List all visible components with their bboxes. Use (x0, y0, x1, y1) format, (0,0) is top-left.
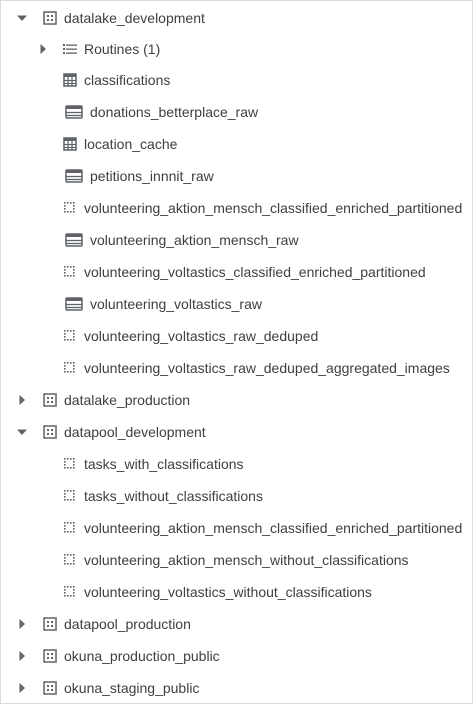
tree-node-label: Routines (1) (84, 41, 161, 57)
view-icon (62, 200, 78, 216)
tree-node-vv-classified-enriched-partitioned[interactable]: volunteering_voltastics_classified_enric… (1, 256, 472, 288)
external-table-icon (64, 168, 84, 184)
tree-node-label: volunteering_voltastics_raw_deduped_aggr… (84, 360, 450, 376)
tree-node-label: volunteering_voltastics_raw (90, 296, 262, 312)
tree-node-vv-without-classifications[interactable]: volunteering_voltastics_without_classifi… (1, 576, 472, 608)
tree-node-label: location_cache (84, 136, 178, 152)
tree-node-donations-betterplace-raw[interactable]: donations_betterplace_raw (1, 96, 472, 128)
tree-node-datapool-development[interactable]: datapool_development (1, 416, 472, 448)
tree-node-label: volunteering_voltastics_without_classifi… (84, 584, 372, 600)
tree-node-okuna-production-public[interactable]: okuna_production_public (1, 640, 472, 672)
dataset-icon (42, 648, 58, 664)
view-icon (62, 584, 78, 600)
dataset-icon (42, 10, 58, 26)
view-icon (62, 264, 78, 280)
tree-node-label: donations_betterplace_raw (90, 104, 259, 120)
tree-node-label: tasks_without_classifications (84, 488, 263, 504)
dataset-explorer-tree: datalake_development Routines (1) classi… (0, 0, 473, 704)
tree-node-label: volunteering_voltastics_raw_deduped (84, 328, 319, 344)
view-icon (62, 520, 78, 536)
tree-node-routines[interactable]: Routines (1) (1, 33, 472, 65)
external-table-icon (64, 296, 84, 312)
caret-right-icon[interactable] (10, 672, 34, 703)
tree-node-label: okuna_staging_public (64, 680, 200, 696)
tree-node-classifications[interactable]: classifications (1, 64, 472, 96)
dataset-icon (42, 424, 58, 440)
table-icon (62, 136, 78, 152)
tree-node-vam-classified-enriched-partitioned[interactable]: volunteering_aktion_mensch_classified_en… (1, 192, 472, 224)
tree-node-tasks-with-classifications[interactable]: tasks_with_classifications (1, 448, 472, 480)
tree-node-label: volunteering_aktion_mensch_raw (90, 232, 299, 248)
tree-node-okuna-staging-public[interactable]: okuna_staging_public (1, 672, 472, 703)
tree-node-datalake-development[interactable]: datalake_development (1, 2, 472, 34)
tree-node-label: datalake_development (64, 10, 205, 26)
tree-node-label: datapool_development (64, 424, 206, 440)
caret-right-icon[interactable] (31, 33, 55, 65)
table-icon (62, 72, 78, 88)
tree-node-tasks-without-classifications[interactable]: tasks_without_classifications (1, 480, 472, 512)
caret-right-icon[interactable] (10, 384, 34, 416)
tree-node-label: datalake_production (64, 392, 191, 408)
dataset-icon (42, 392, 58, 408)
tree-node-vam-without-classifications[interactable]: volunteering_aktion_mensch_without_class… (1, 544, 472, 576)
tree-node-label: classifications (84, 72, 171, 88)
caret-right-icon[interactable] (10, 640, 34, 672)
tree-node-label: volunteering_aktion_mensch_classified_en… (84, 200, 463, 216)
view-icon (62, 360, 78, 376)
tree-node-petitions-innnit-raw[interactable]: petitions_innnit_raw (1, 160, 472, 192)
tree-node-label: volunteering_aktion_mensch_without_class… (84, 552, 409, 568)
tree-node-label: volunteering_voltastics_classified_enric… (84, 264, 426, 280)
view-icon (62, 488, 78, 504)
routines-icon (62, 41, 78, 57)
tree-node-vv-raw-deduped-aggregated-images[interactable]: volunteering_voltastics_raw_deduped_aggr… (1, 352, 472, 384)
tree-node-datalake-production[interactable]: datalake_production (1, 384, 472, 416)
external-table-icon (64, 232, 84, 248)
view-icon (62, 456, 78, 472)
tree-node-location-cache[interactable]: location_cache (1, 128, 472, 160)
dataset-icon (42, 616, 58, 632)
tree-node-label: volunteering_aktion_mensch_classified_en… (84, 520, 463, 536)
view-icon (62, 328, 78, 344)
tree-node-label: okuna_production_public (64, 648, 220, 664)
tree-node-label: datapool_production (64, 616, 191, 632)
caret-down-icon[interactable] (10, 416, 34, 448)
tree-node-datapool-production[interactable]: datapool_production (1, 608, 472, 640)
tree-node-vv-raw[interactable]: volunteering_voltastics_raw (1, 288, 472, 320)
tree-node-label: petitions_innnit_raw (90, 168, 214, 184)
tree-node-vam-raw[interactable]: volunteering_aktion_mensch_raw (1, 224, 472, 256)
dataset-icon (42, 680, 58, 696)
caret-right-icon[interactable] (10, 608, 34, 640)
tree-node-vv-raw-deduped[interactable]: volunteering_voltastics_raw_deduped (1, 320, 472, 352)
external-table-icon (64, 104, 84, 120)
caret-down-icon[interactable] (10, 2, 34, 34)
view-icon (62, 552, 78, 568)
tree-node-vam-classified-enriched-partitioned-2[interactable]: volunteering_aktion_mensch_classified_en… (1, 512, 472, 544)
tree-node-label: tasks_with_classifications (84, 456, 244, 472)
